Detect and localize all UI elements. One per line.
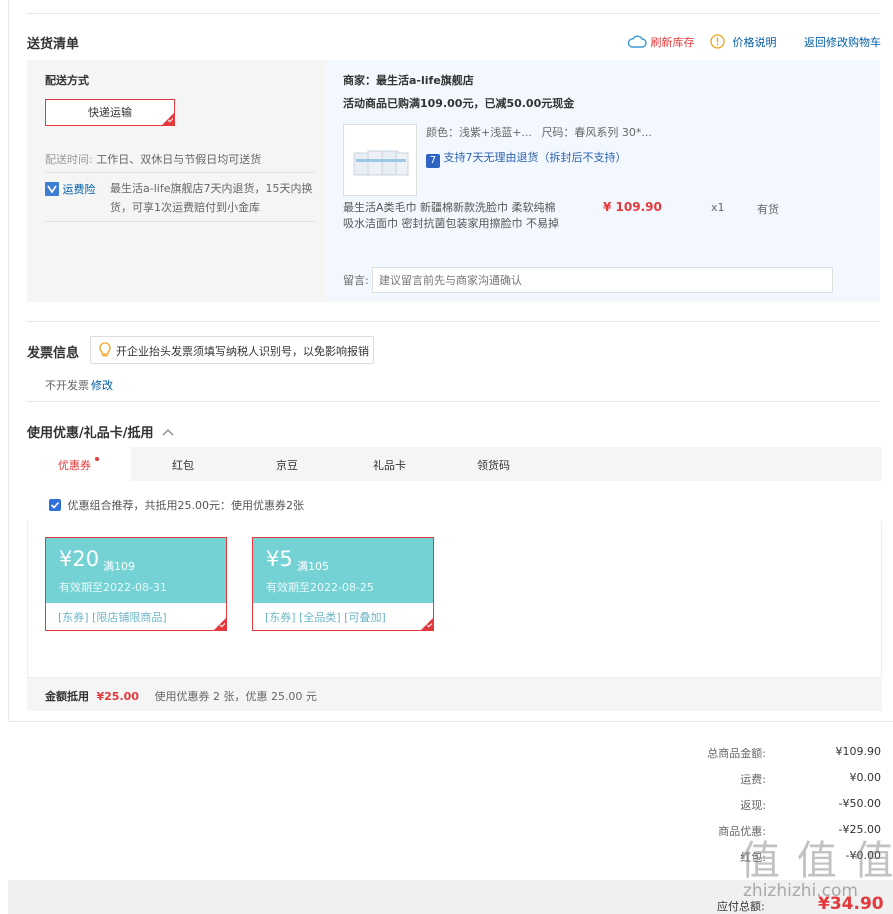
cloud-icon — [627, 35, 647, 48]
warning-icon — [710, 34, 725, 49]
tab-red-packet[interactable]: 红包 — [172, 457, 194, 473]
summary-label: 总商品金额: — [707, 747, 766, 760]
tab-gift-card[interactable]: 礼品卡 — [373, 457, 406, 473]
lightbulb-icon — [99, 342, 111, 357]
return-policy-text: 支持7天无理由退货（拆封后不支持） — [443, 151, 627, 164]
price-note-link[interactable]: 价格说明 — [710, 34, 777, 50]
remark-input[interactable] — [372, 267, 833, 293]
product-color: 颜色：浅紫+浅蓝+... — [426, 126, 532, 139]
invoice-edit-link[interactable]: 修改 — [91, 377, 113, 393]
delivery-time: 配送时间: 工作日、双休日与节假日均可送货 — [45, 151, 261, 167]
promo-text: 活动商品已购满109.00元，已减50.00元现金 — [343, 97, 575, 110]
delivery-time-value: 工作日、双休日与节假日均可送货 — [96, 153, 262, 166]
watermark-logo-text: 值 值 值 — [740, 838, 893, 884]
product-size: 尺码：春风系列 30*... — [541, 126, 652, 139]
selected-check-icon — [214, 618, 226, 630]
coupon-face: ¥20 满109 有效期至2022-08-31 — [46, 538, 226, 603]
summary-value: ¥109.90 — [835, 745, 882, 758]
coupon-tags: [东券] [限店铺限商品] — [58, 611, 167, 624]
summary-value: -¥50.00 — [838, 797, 881, 810]
towel-package-image — [353, 150, 409, 176]
discounts-title[interactable]: 使用优惠/礼品卡/抵用 — [27, 422, 175, 441]
invoice-tip: 开企业抬头发票须填写纳税人识别号，以免影响报销 — [90, 336, 374, 364]
express-shipping-label: 快递运输 — [88, 106, 132, 119]
discount-tabbar — [27, 447, 882, 481]
recommend-row: 优惠组合推荐，共抵用25.00元：使用优惠券2张 — [49, 497, 304, 513]
invoice-status: 不开发票 — [45, 379, 89, 392]
tab-jingdou[interactable]: 京豆 — [276, 457, 298, 473]
product-name-line1[interactable]: 最生活A类毛巾 新疆棉新款洗脸巾 柔软纯棉 — [343, 199, 556, 215]
coupon-threshold: 满105 — [297, 560, 329, 573]
refresh-stock-link[interactable]: 刷新库存 — [627, 34, 695, 50]
product-qty: x1 — [711, 201, 725, 214]
watermark-site: zhizhizhi.com — [743, 881, 858, 901]
insurance-desc-line2: 货，可享1次运费赔付到小金库 — [110, 201, 260, 214]
coupon-tags: [东券] [全品类] [可叠加] — [265, 611, 386, 624]
selected-check-icon — [162, 113, 174, 125]
delivery-method-label: 配送方式 — [45, 74, 89, 87]
discounts-title-text: 使用优惠/礼品卡/抵用 — [27, 426, 154, 441]
watermark-logo: 值 值 值 — [740, 828, 893, 886]
remark-label: 留言: — [343, 274, 369, 287]
return-policy: 7 支持7天无理由退货（拆封后不支持） — [426, 149, 627, 168]
coupon-card[interactable]: ¥20 满109 有效期至2022-08-31 [东券] [限店铺限商品] — [45, 537, 227, 631]
deduct-label: 金额抵用 — [45, 690, 89, 703]
coupon-amount: ¥20 — [59, 547, 100, 571]
invoice-title: 发票信息 — [27, 346, 80, 361]
shipping-insurance-link[interactable]: 运费险 — [45, 181, 96, 197]
shield-icon — [45, 182, 59, 196]
tab-redeem-code[interactable]: 领货码 — [477, 457, 510, 473]
coupon-amount: ¥5 — [266, 547, 293, 571]
summary-value: ¥0.00 — [849, 771, 882, 784]
tab-coupons[interactable]: 优惠券 — [58, 457, 99, 473]
shipping-insurance-label: 运费险 — [62, 183, 96, 196]
summary-label: 返现: — [740, 799, 766, 812]
new-dot-icon — [94, 457, 99, 461]
tab-coupons-label: 优惠券 — [58, 459, 91, 472]
coupon-expire: 有效期至2022-08-31 — [59, 581, 167, 594]
back-to-cart-link[interactable]: 返回修改购物车 — [804, 34, 881, 50]
coupon-threshold: 满109 — [103, 560, 135, 573]
coupon-face: ¥5 满105 有效期至2022-08-25 — [253, 538, 433, 603]
seven-day-return-icon: 7 — [426, 154, 440, 168]
deduct-value: ¥25.00 — [96, 690, 139, 703]
product-attrs: 颜色：浅紫+浅蓝+... 尺码：春风系列 30*... — [426, 124, 652, 140]
product-name-line2[interactable]: 吸水洁面巾 密封抗菌包装家用擦脸巾 不易掉 — [343, 215, 559, 231]
delivery-time-label: 配送时间: — [45, 153, 93, 166]
seller-name: 商家：最生活a-life旗舰店 — [343, 74, 474, 87]
price-note-label: 价格说明 — [732, 36, 777, 49]
product-stock: 有货 — [757, 203, 779, 216]
product-image[interactable] — [343, 124, 417, 196]
deduct-desc: 使用优惠券 2 张，优惠 25.00 元 — [154, 690, 317, 703]
insurance-desc-line1: 最生活a-life旗舰店7天内退货，15天内换 — [110, 182, 313, 195]
refresh-stock-label: 刷新库存 — [650, 36, 695, 49]
chevron-up-icon — [162, 429, 174, 436]
check-icon — [50, 501, 60, 509]
coupon-expire: 有效期至2022-08-25 — [266, 581, 374, 594]
deduct-summary: 金额抵用 ¥25.00 使用优惠券 2 张，优惠 25.00 元 — [45, 688, 317, 704]
invoice-tip-text: 开企业抬头发票须填写纳税人识别号，以免影响报销 — [116, 345, 369, 358]
selected-check-icon — [421, 618, 433, 630]
express-shipping-button[interactable]: 快递运输 — [45, 99, 175, 126]
summary-label: 运费: — [740, 773, 766, 786]
coupon-card[interactable]: ¥5 满105 有效期至2022-08-25 [东券] [全品类] [可叠加] — [252, 537, 434, 631]
recommend-checkbox[interactable] — [49, 499, 61, 511]
product-price: ¥ 109.90 — [603, 200, 662, 214]
section-title-delivery: 送货清单 — [27, 37, 80, 52]
recommend-text: 优惠组合推荐，共抵用25.00元：使用优惠券2张 — [67, 499, 305, 512]
